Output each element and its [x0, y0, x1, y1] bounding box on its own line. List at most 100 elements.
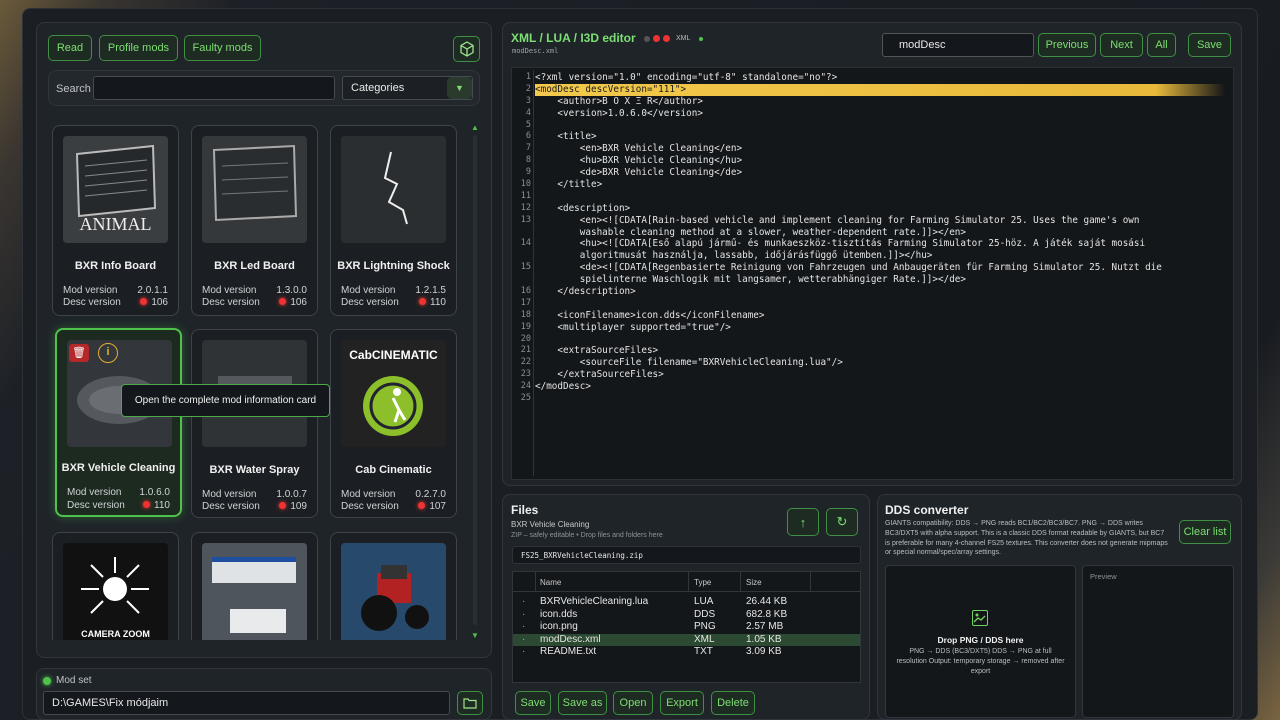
line-number: 8: [525, 155, 531, 166]
drop-text: PNG → DDS (BC3/DXT5) DDS → PNG at full r…: [896, 648, 1065, 675]
tab-faulty-mods[interactable]: Faulty mods: [184, 35, 261, 61]
table-row[interactable]: · README.txt TXT 3.09 KB: [513, 646, 860, 658]
scroll-down-icon[interactable]: ▼: [471, 631, 479, 640]
code-line: <author>B O X Ξ R</author>: [535, 95, 703, 107]
desc-version: 106: [290, 297, 307, 308]
mod-card-tractor[interactable]: [330, 532, 457, 640]
mod-version: 2.0.1.1: [137, 285, 168, 296]
editor-status-icons: XML: [644, 35, 704, 42]
line-numbers: 1 2 3 4 5 6 7 8 9 10 11 12 13 14 15 16 17 18 19 20 21 22 23 24 2…: [513, 72, 531, 405]
file-type: LUA: [694, 596, 714, 607]
search-input[interactable]: [93, 76, 335, 100]
export-button[interactable]: Export: [660, 691, 704, 715]
files-title: Files: [511, 503, 539, 517]
mod-card-cab-cinematic[interactable]: CabCINEMATIC Cab Cinematic Mod version 0.…: [330, 329, 457, 518]
scrollbar[interactable]: ▲ ▼: [471, 123, 479, 640]
file-name: icon.png: [540, 621, 578, 632]
file-name: icon.dds: [540, 608, 578, 620]
code-line: <hu><![CDATA[Eső alapú jármű- és munkaes…: [535, 238, 1146, 250]
zip-path-field[interactable]: FS25_BXRVehicleCleaning.zip: [512, 546, 861, 564]
file-name: BXRVehicleCleaning.lua: [540, 596, 649, 607]
file-type: PNG: [694, 621, 716, 632]
mod-card-water-spray[interactable]: BXR Water Spray Mod version 1.0.0.7 Desc …: [191, 329, 318, 518]
row-dot-icon: ·: [522, 621, 526, 632]
line-number: 24: [520, 381, 531, 392]
code-line: <description>: [535, 202, 631, 214]
files-hint: ZIP – safely editable • Drop files and f…: [511, 532, 663, 539]
save-button[interactable]: Save: [515, 691, 551, 715]
line-number: 9: [525, 167, 531, 178]
line-number: 12: [520, 202, 531, 213]
table-row[interactable]: · modDesc.xml XML 1.05 KB: [513, 633, 860, 646]
open-button[interactable]: Open: [613, 691, 653, 715]
mod-version-label: Mod version: [202, 285, 257, 296]
mod-card-info-board[interactable]: ANIMAL BXR Info Board Mod version 2.0.1.1…: [52, 125, 179, 316]
mod-version-label: Mod version: [202, 489, 257, 500]
row-dot-icon: ·: [522, 646, 526, 657]
code-line: <multiplayer supported="true"/>: [535, 321, 731, 333]
desc-version-label: Desc version: [67, 500, 125, 511]
info-icon[interactable]: i: [98, 343, 118, 363]
row-dot-icon: ·: [522, 608, 526, 620]
search-label: Search: [56, 83, 91, 95]
mod-card-store[interactable]: [191, 532, 318, 640]
delete-icon[interactable]: 🗑: [69, 344, 89, 362]
col-name[interactable]: Name: [540, 578, 561, 587]
line-number: 22: [520, 357, 531, 368]
code-line: <title>: [535, 131, 597, 143]
desc-version: 110: [430, 297, 446, 308]
line-number: [513, 250, 531, 262]
code-text[interactable]: <?xml version="1.0" encoding="utf-8" sta…: [535, 72, 1225, 405]
line-number: 10: [520, 179, 531, 190]
status-dot-icon: [279, 298, 287, 305]
status-dot-icon: [140, 298, 148, 305]
line-number: 6: [525, 131, 531, 142]
chevron-down-icon[interactable]: ▼: [447, 77, 472, 99]
file-type: DDS: [694, 608, 716, 620]
drop-zone[interactable]: Drop PNG / DDS here PNG → DDS (BC3/DXT5)…: [885, 565, 1076, 718]
mod-version-label: Mod version: [63, 285, 118, 296]
mod-card-led-board[interactable]: BXR Led Board Mod version 1.3.0.0 Desc ve…: [191, 125, 318, 316]
folder-icon[interactable]: [457, 691, 483, 715]
status-dot-icon: [418, 502, 426, 509]
zip-path: FS25_BXRVehicleCleaning.zip: [521, 550, 643, 560]
file-name: README.txt: [540, 646, 597, 657]
table-row[interactable]: · BXRVehicleCleaning.lua LUA 26.44 KB: [513, 596, 860, 608]
preview-label: Preview: [1090, 572, 1117, 581]
cube-icon[interactable]: [453, 36, 480, 62]
delete-button[interactable]: Delete: [711, 691, 755, 715]
previous-button[interactable]: Previous: [1038, 33, 1096, 57]
upload-icon[interactable]: ↑: [787, 508, 819, 536]
line-number: 15: [520, 262, 531, 273]
tab-profile-mods[interactable]: Profile mods: [99, 35, 178, 61]
code-line: </extraSourceFiles>: [535, 369, 664, 381]
table-header: Name Type Size: [513, 572, 860, 592]
save-as-button[interactable]: Save as: [558, 691, 607, 715]
col-size[interactable]: Size: [746, 578, 762, 587]
line-number: 16: [520, 286, 531, 297]
table-row[interactable]: · icon.dds DDS 682.8 KB: [513, 609, 860, 621]
mod-version-label: Mod version: [67, 487, 122, 498]
all-button[interactable]: All: [1147, 33, 1176, 57]
mod-card-camera-zoom[interactable]: CAMERA ZOOM: [52, 532, 179, 640]
mod-set-path-input[interactable]: D:\GAMES\Fix módjaim: [43, 691, 450, 715]
format-badge: XML: [676, 35, 691, 42]
status-dot-icon: [279, 502, 287, 509]
editor-save-button[interactable]: Save: [1188, 33, 1231, 57]
mod-card-vehicle-cleaning[interactable]: 🗑 i BXR Vehicle Cleaning Mod version 1.0.…: [55, 328, 182, 517]
tab-read[interactable]: Read: [48, 35, 92, 61]
editor-search-input[interactable]: modDesc: [882, 33, 1034, 57]
table-row[interactable]: · icon.png PNG 2.57 MB: [513, 621, 860, 633]
next-button[interactable]: Next: [1100, 33, 1143, 57]
code-line: washable cleaning method at a slower, we…: [535, 226, 966, 238]
code-line: <?xml version="1.0" encoding="utf-8" sta…: [535, 72, 838, 83]
desc-version: 110: [154, 500, 170, 511]
line-number: 11: [520, 190, 531, 201]
mod-card-lightning-shock[interactable]: BXR Lightning Shock Mod version 1.2.1.5 D…: [330, 125, 457, 316]
mod-name: BXR Led Board: [214, 260, 295, 272]
clear-list-button[interactable]: Clear list: [1179, 520, 1231, 544]
gutter-divider: [533, 70, 534, 476]
col-type[interactable]: Type: [694, 578, 711, 587]
scroll-up-icon[interactable]: ▲: [471, 123, 479, 132]
refresh-icon[interactable]: ↻: [826, 508, 858, 536]
